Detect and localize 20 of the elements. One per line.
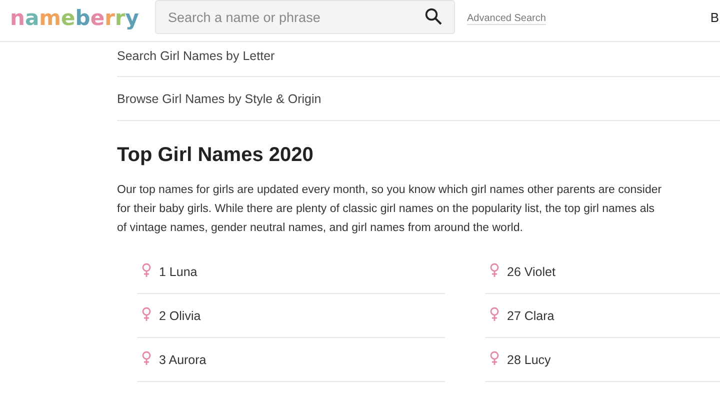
female-symbol-icon — [142, 263, 151, 277]
advanced-search-link[interactable]: Advanced Search — [466, 13, 546, 25]
female-symbol-icon — [490, 307, 499, 321]
browse-link[interactable]: Browse Girl Names by Style & Origin — [117, 77, 720, 121]
female-symbol-icon — [490, 263, 499, 277]
intro-paragraph: Our top names for girls are updated every month, so you know which girl names other parents are consider for their baby girls. While there are plenty of classic girl names on the popularity list, the top girl names als of vintage names, gender neutral names, and girl names from around the world. — [117, 183, 663, 236]
name-link[interactable]: 3 Aurora — [159, 352, 206, 366]
nav-item[interactable]: B — [710, 10, 719, 25]
female-symbol-icon — [490, 351, 499, 365]
name-link[interactable]: 27 Clara — [507, 308, 554, 322]
female-symbol-icon — [142, 307, 151, 321]
search-field[interactable]: Search a name or phrase — [154, 0, 455, 34]
page-heading: Top Girl Names 2020 — [117, 144, 314, 167]
name-link[interactable]: 26 Violet — [507, 264, 556, 278]
female-symbol-icon — [142, 351, 151, 365]
name-link[interactable]: 2 Olivia — [159, 308, 201, 322]
browse-link[interactable]: Search Girl Names by Letter — [117, 42, 720, 77]
name-link[interactable]: 28 Lucy — [507, 352, 551, 366]
name-link[interactable]: 1 Luna — [159, 264, 198, 278]
search-icon[interactable] — [424, 8, 442, 25]
